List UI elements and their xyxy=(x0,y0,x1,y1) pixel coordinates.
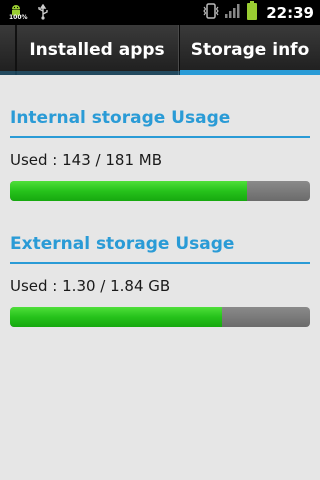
tab-storage-info[interactable]: Storage info xyxy=(180,25,320,75)
external-used-text: Used : 1.30 / 1.84 GB xyxy=(10,277,171,295)
clock: 22:39 xyxy=(266,3,314,22)
internal-used-text: Used : 143 / 181 MB xyxy=(10,151,162,169)
external-storage-rule xyxy=(10,262,310,264)
external-usage-bar xyxy=(10,307,310,327)
internal-storage-title: Internal storage Usage xyxy=(10,108,231,128)
battery-percent-label: 100% xyxy=(9,14,28,21)
external-usage-bar-fill xyxy=(10,307,222,327)
usb-icon xyxy=(36,3,50,24)
tab-underline xyxy=(0,71,320,75)
internal-storage-rule xyxy=(10,136,310,138)
vibrate-icon xyxy=(202,2,220,24)
tab-scroll-edge xyxy=(0,25,17,75)
status-bar: 100% 22:39 xyxy=(0,0,320,25)
tab-bar: Installed apps Storage info xyxy=(0,25,320,75)
internal-usage-bar-fill xyxy=(10,181,248,201)
tab-installed-apps[interactable]: Installed apps xyxy=(17,25,177,75)
signal-icon xyxy=(224,3,240,23)
battery-icon xyxy=(246,0,258,25)
external-storage-title: External storage Usage xyxy=(10,234,235,254)
internal-usage-bar xyxy=(10,181,310,201)
